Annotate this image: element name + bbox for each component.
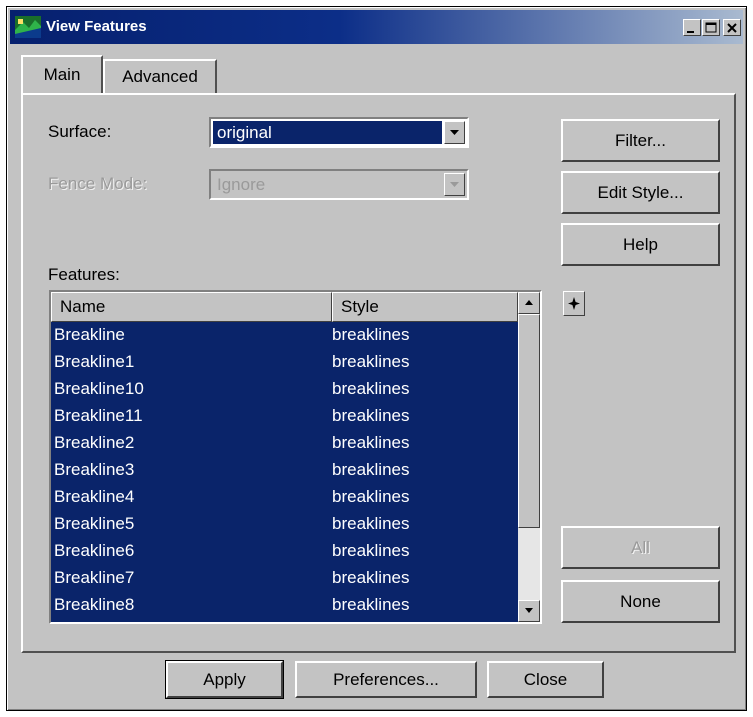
list-item[interactable]: Breakline2 breaklines <box>51 430 518 457</box>
tab-main[interactable]: Main <box>21 55 103 93</box>
scroll-down-arrow-icon <box>525 608 533 613</box>
surface-value: original <box>213 121 442 144</box>
list-item[interactable]: Breakline10 breaklines <box>51 376 518 403</box>
fence-mode-select[interactable]: Ignore <box>209 169 469 200</box>
close-window-button[interactable] <box>723 19 741 36</box>
scroll-up-button[interactable] <box>518 292 540 314</box>
view-features-dialog: View Features Main Advanced Surface: ori… <box>6 6 747 711</box>
features-list[interactable]: Name Style Breakline breaklines Breakline1… <box>49 290 542 624</box>
select-none-button[interactable]: None <box>561 580 720 623</box>
column-header-name[interactable]: Name <box>51 292 332 322</box>
select-all-button[interactable]: All <box>561 526 720 569</box>
star-icon <box>568 297 580 310</box>
list-item[interactable]: Breakline4 breaklines <box>51 484 518 511</box>
apply-button[interactable]: Apply <box>165 660 284 699</box>
close-icon <box>727 23 737 33</box>
features-list-rows: Breakline breaklines Breakline1 breaklines B… <box>51 322 518 619</box>
fence-mode-label: Fence Mode: <box>48 174 148 193</box>
fence-mode-value: Ignore <box>217 175 266 194</box>
feature-style: breaklines <box>332 487 410 506</box>
feature-name: Breakline6 <box>54 541 135 560</box>
feature-name: Breakline5 <box>54 514 135 533</box>
window-title: View Features <box>46 18 147 35</box>
feature-name: Breakline11 <box>54 406 143 425</box>
list-item[interactable]: Breakline11 breaklines <box>51 403 518 430</box>
feature-name: Breakline <box>54 325 125 344</box>
chevron-down-icon <box>450 130 459 135</box>
feature-style: breaklines <box>332 325 410 344</box>
feature-name: Breakline3 <box>54 460 135 479</box>
maximize-button[interactable] <box>702 19 720 36</box>
edit-style-button[interactable]: Edit Style... <box>561 171 720 214</box>
feature-style: breaklines <box>332 541 410 560</box>
list-item[interactable]: Breakline6 breaklines <box>51 538 518 565</box>
feature-style: breaklines <box>332 433 410 452</box>
filter-button[interactable]: Filter... <box>561 119 720 162</box>
scroll-down-button[interactable] <box>518 600 540 622</box>
star-button[interactable] <box>563 291 585 316</box>
feature-style: breaklines <box>332 406 410 425</box>
minimize-icon <box>687 31 694 33</box>
scroll-up-arrow-icon <box>525 300 533 305</box>
surface-label: Surface: <box>48 122 112 141</box>
list-item[interactable]: Breakline5 breaklines <box>51 511 518 538</box>
tab-advanced[interactable]: Advanced <box>103 59 217 93</box>
maximize-icon <box>705 22 717 33</box>
surface-select[interactable]: original <box>209 117 469 148</box>
feature-name: Breakline10 <box>54 379 144 398</box>
help-button[interactable]: Help <box>561 223 720 266</box>
minimize-button[interactable] <box>683 19 701 36</box>
features-label: Features: <box>48 265 120 284</box>
title-bar[interactable]: View Features <box>10 10 743 44</box>
features-scrollbar[interactable] <box>518 292 540 622</box>
list-item[interactable]: Breakline3 breaklines <box>51 457 518 484</box>
feature-style: breaklines <box>332 460 410 479</box>
features-list-header: Name Style <box>51 292 518 322</box>
list-item[interactable]: Breakline7 breaklines <box>51 565 518 592</box>
fence-mode-dropdown-button[interactable] <box>444 173 465 196</box>
list-item[interactable]: Breakline1 breaklines <box>51 349 518 376</box>
feature-name: Breakline2 <box>54 433 135 452</box>
feature-name: Breakline8 <box>54 595 135 614</box>
feature-name: Breakline1 <box>54 352 135 371</box>
scroll-thumb[interactable] <box>518 314 540 528</box>
feature-style: breaklines <box>332 595 410 614</box>
column-header-style[interactable]: Style <box>332 292 518 322</box>
chevron-down-icon <box>450 182 459 187</box>
preferences-button[interactable]: Preferences... <box>295 661 477 698</box>
list-item[interactable]: Breakline breaklines <box>51 322 518 349</box>
close-button[interactable]: Close <box>487 661 604 698</box>
feature-name: Breakline4 <box>54 487 135 506</box>
feature-style: breaklines <box>332 514 410 533</box>
view-features-icon <box>15 16 41 38</box>
list-item[interactable]: Breakline8 breaklines <box>51 592 518 619</box>
feature-style: breaklines <box>332 379 410 398</box>
feature-style: breaklines <box>332 568 410 587</box>
feature-name: Breakline7 <box>54 568 135 587</box>
feature-style: breaklines <box>332 352 410 371</box>
surface-dropdown-button[interactable] <box>444 121 465 144</box>
